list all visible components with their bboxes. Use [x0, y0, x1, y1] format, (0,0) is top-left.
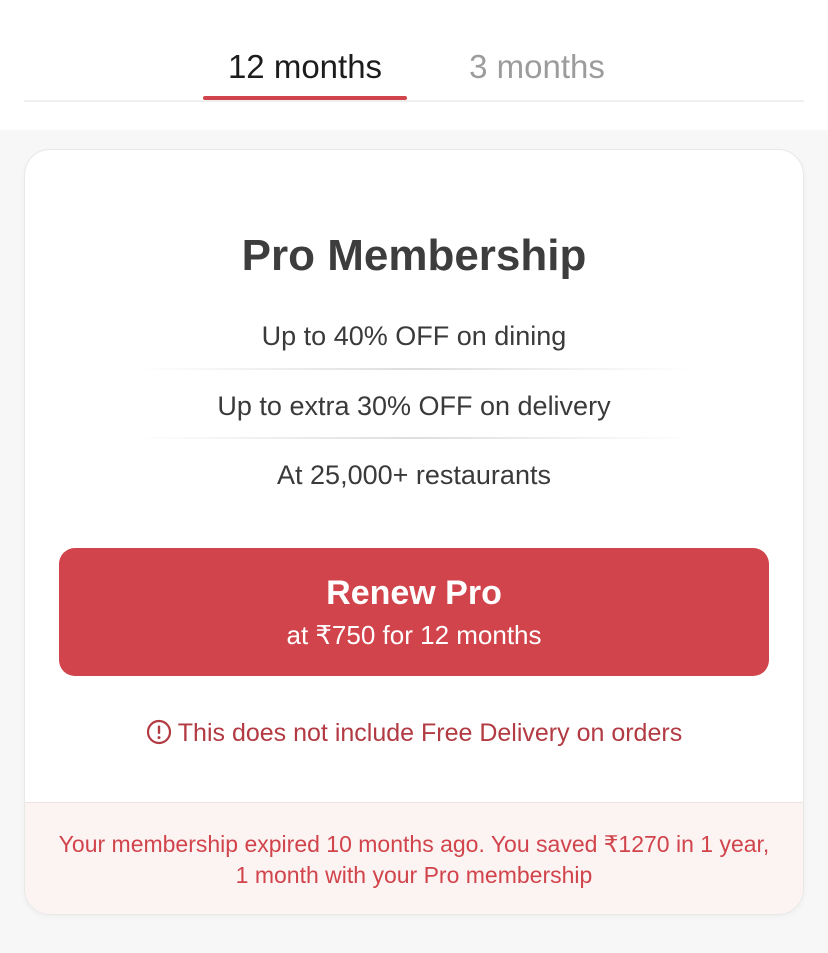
expired-message: Your membership expired 10 months ago. Y… [58, 831, 770, 888]
renew-pro-button[interactable]: Renew Pro at ₹750 for 12 months [59, 548, 769, 676]
renew-button-price: at ₹750 for 12 months [286, 620, 542, 650]
benefit-dining: Up to 40% OFF on dining [261, 321, 567, 351]
benefit-restaurants: At 25,000+ restaurants [277, 460, 551, 490]
delivery-warning: This does not include Free Delivery on o… [25, 716, 803, 750]
plan-tabs: 12 months 3 months [24, 0, 804, 102]
renew-button-label: Renew Pro [326, 574, 502, 612]
benefit-divider [134, 437, 694, 439]
active-tab-indicator [203, 96, 407, 100]
warning-text: This does not include Free Delivery on o… [177, 719, 683, 747]
benefit-divider [134, 368, 694, 370]
benefit-delivery: Up to extra 30% OFF on delivery [217, 391, 611, 421]
card-title: Pro Membership [241, 231, 587, 280]
tab-3-months[interactable]: 3 months [442, 46, 632, 100]
membership-expired-banner: Your membership expired 10 months ago. Y… [25, 802, 803, 914]
membership-page: 12 months 3 months Pro Membership Up to … [0, 0, 828, 953]
info-circle-icon [146, 719, 171, 745]
membership-card: Pro Membership Up to 40% OFF on dining U… [24, 149, 804, 915]
tab-12-months[interactable]: 12 months [203, 46, 407, 100]
